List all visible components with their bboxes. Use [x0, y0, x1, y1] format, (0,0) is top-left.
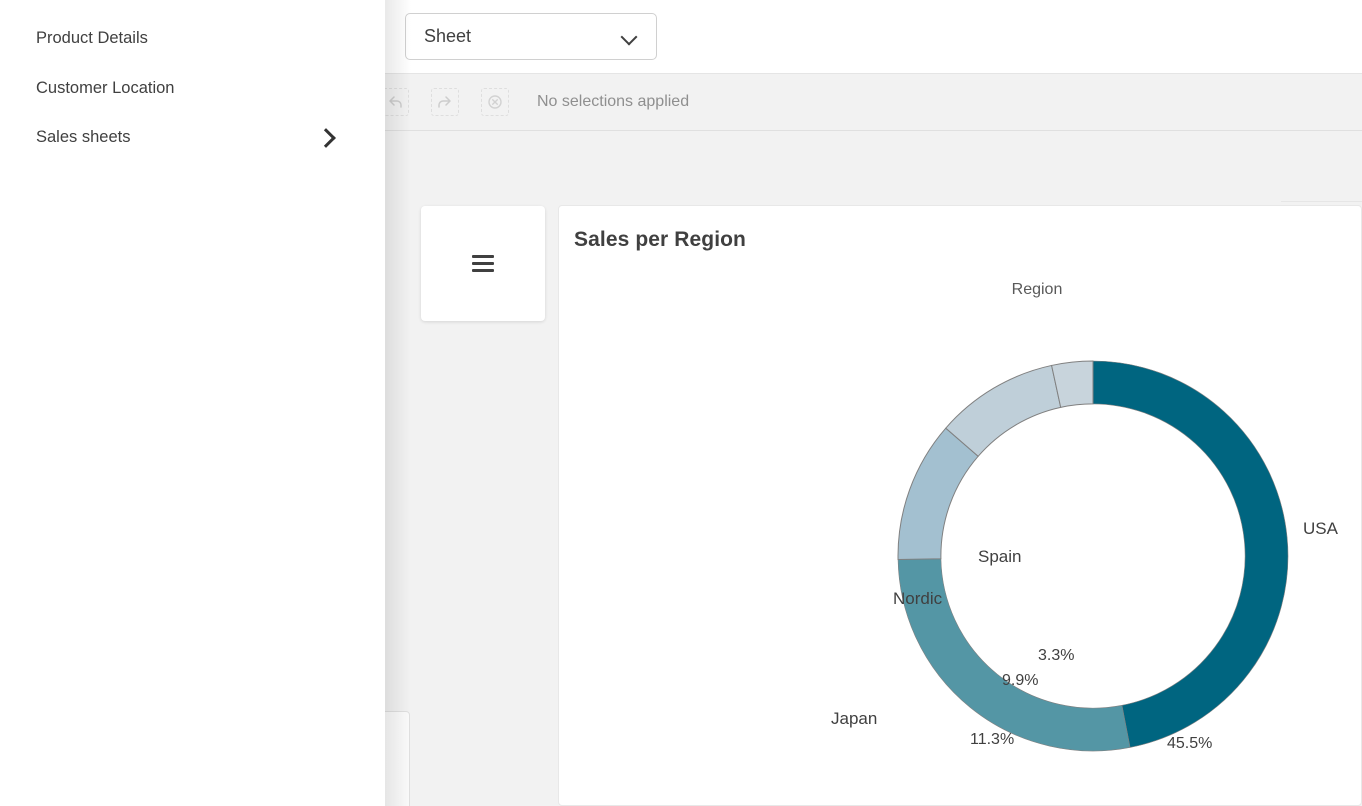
nav-item-label: Sales sheets	[36, 128, 317, 147]
donut-labels-layer: USA45.5%UK26.9%Japan11.3%Nordic9.9%Spain…	[559, 206, 1362, 806]
undo-arrow-icon	[385, 92, 405, 112]
step-forward-button[interactable]	[431, 88, 459, 116]
hamburger-icon	[472, 255, 494, 273]
step-back-button[interactable]	[381, 88, 409, 116]
nav-item-label: Product Details	[36, 29, 349, 48]
redo-arrow-icon	[435, 92, 455, 112]
donut-value-label: 45.5%	[1167, 735, 1212, 753]
donut-value-label: 3.3%	[1038, 647, 1074, 665]
donut-value-label: 9.9%	[1002, 672, 1038, 690]
chevron-right-icon	[317, 128, 335, 146]
clear-circle-icon	[485, 92, 505, 112]
nav-item-label: Customer Location	[36, 79, 349, 98]
clear-all-selections-button[interactable]	[481, 88, 509, 116]
donut-dimension-label: USA	[1303, 519, 1338, 539]
nav-item-product-details[interactable]: Product Details	[0, 16, 385, 60]
donut-value-label: 11.3%	[970, 731, 1014, 749]
app-root: Sheet No selection	[0, 0, 1362, 806]
donut-dimension-label: Japan	[831, 709, 877, 729]
navigation-flyout: Product Details Customer Location Sales …	[0, 0, 385, 806]
chart-object-card[interactable]: Sales per Region Region USA45.5%UK26.9%J…	[558, 205, 1362, 806]
sheet-menu-button[interactable]	[421, 206, 545, 321]
selections-status-text: No selections applied	[537, 93, 689, 111]
nav-item-customer-location[interactable]: Customer Location	[0, 66, 385, 110]
nav-item-sales-sheets[interactable]: Sales sheets	[0, 115, 385, 159]
donut-dimension-label: Spain	[978, 547, 1021, 567]
sheet-selector-dropdown[interactable]: Sheet	[405, 13, 657, 60]
chevron-down-icon	[622, 29, 638, 45]
donut-dimension-label: Nordic	[893, 589, 942, 609]
sheet-selector-label: Sheet	[424, 26, 622, 47]
